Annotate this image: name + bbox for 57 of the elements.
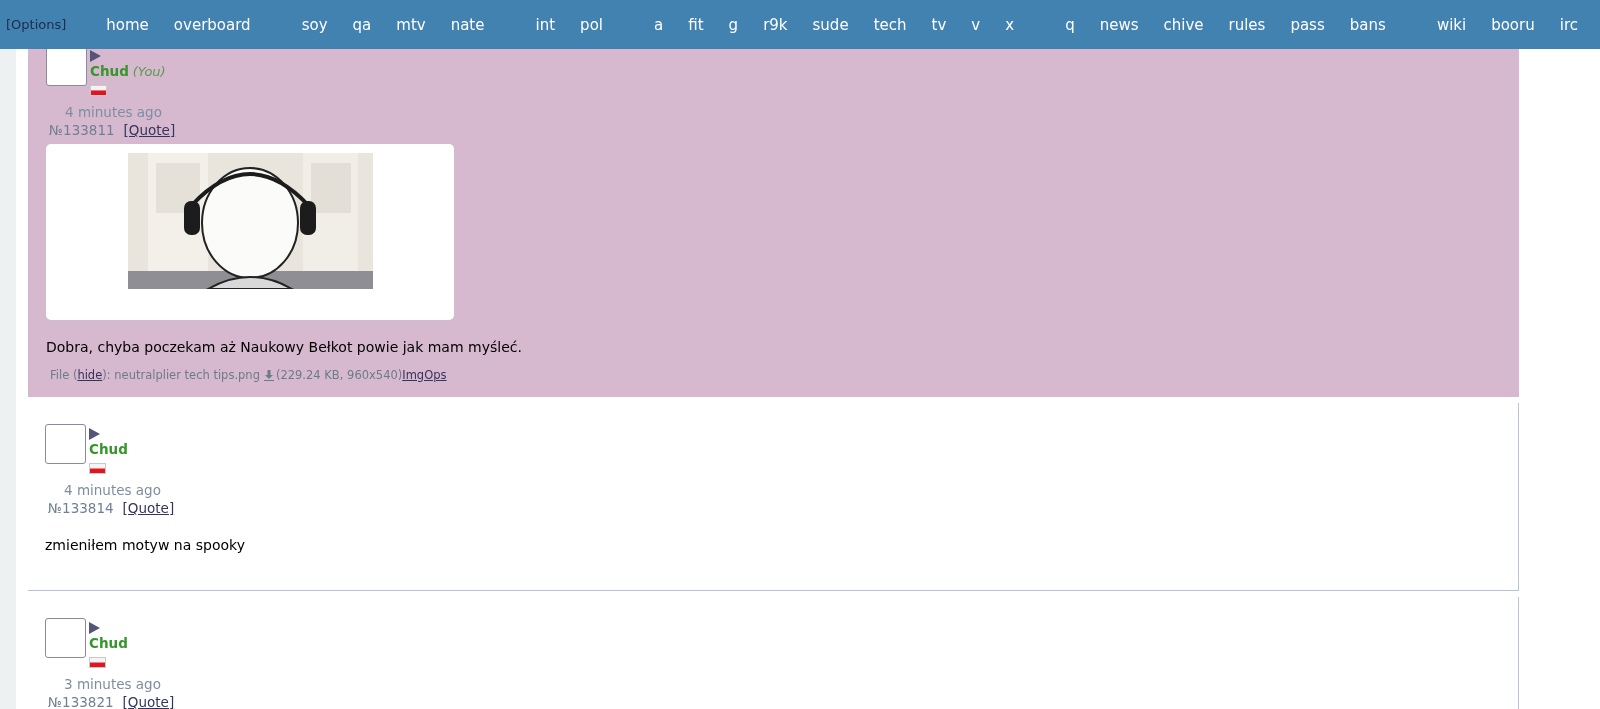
board-link[interactable]: sude — [812, 15, 849, 34]
expand-arrow-icon[interactable] — [89, 428, 100, 440]
image-thumbnail[interactable] — [46, 144, 454, 320]
you-label: (You) — [132, 64, 166, 79]
board-link[interactable]: booru — [1491, 15, 1535, 34]
post-time: 3 minutes ago — [64, 675, 161, 693]
expand-arrow-icon[interactable] — [89, 622, 100, 634]
board-link[interactable]: v — [971, 15, 981, 34]
board-link[interactable]: pass — [1290, 15, 1325, 34]
quote-link[interactable]: [Quote] — [122, 499, 175, 518]
board-link[interactable]: news — [1099, 15, 1139, 34]
board-link[interactable]: nate — [450, 15, 485, 34]
flag-icon — [89, 657, 106, 668]
board-link[interactable]: rules — [1228, 15, 1266, 34]
post-time: 4 minutes ago — [65, 103, 162, 121]
avatar-placeholder — [46, 46, 87, 86]
post-comment: zmieniłem motyw na spooky — [45, 536, 246, 554]
board-link[interactable]: x — [1005, 15, 1015, 34]
board-link[interactable]: chive — [1163, 15, 1204, 34]
post-comment: Dobra, chyba poczekam aż Naukowy Bełkot powie jak mam myśleć. — [46, 338, 523, 356]
board-link[interactable]: tv — [931, 15, 947, 34]
post-number[interactable]: №133821 — [48, 693, 114, 709]
post-time: 4 minutes ago — [64, 481, 161, 499]
board-link[interactable]: bans — [1349, 15, 1386, 34]
board-link[interactable]: wiki — [1436, 15, 1467, 34]
board-link[interactable]: pol — [580, 15, 603, 34]
quote-link[interactable]: [Quote] — [123, 121, 176, 140]
poster-name: Chud — [89, 440, 128, 458]
post-number[interactable]: №133814 — [48, 499, 114, 518]
quote-link[interactable]: [Quote] — [122, 693, 175, 709]
board-link[interactable]: r9k — [763, 15, 788, 34]
board-link[interactable]: irc — [1559, 15, 1578, 34]
poster-name: Chud — [90, 62, 129, 80]
imgops-link[interactable]: ImgOps — [402, 368, 447, 382]
board-link[interactable]: g — [728, 15, 739, 34]
board-link[interactable]: qa — [352, 15, 372, 34]
poster-name: Chud — [89, 634, 128, 652]
board-link[interactable]: soy — [301, 15, 328, 34]
file-name: ): neutralplier tech tips.png — [102, 368, 260, 382]
board-link[interactable]: int — [535, 15, 556, 34]
board-link[interactable]: fit — [688, 15, 704, 34]
board-link[interactable]: tech — [873, 15, 907, 34]
hide-link[interactable]: hide — [77, 368, 103, 382]
flag-icon — [89, 463, 106, 474]
avatar-placeholder — [45, 424, 86, 464]
board-link[interactable]: home — [106, 15, 149, 34]
flag-icon — [90, 85, 107, 96]
board-link[interactable]: overboard — [173, 15, 251, 34]
board-link[interactable]: mtv — [396, 15, 426, 34]
options-link[interactable]: [Options] — [6, 17, 67, 32]
expand-arrow-icon[interactable] — [90, 50, 101, 62]
file-meta: (229.24 KB, 960x540) — [275, 368, 403, 382]
post-number[interactable]: №133811 — [49, 121, 115, 140]
board-link[interactable]: a — [654, 15, 664, 34]
board-link[interactable]: q — [1065, 15, 1075, 34]
avatar-placeholder — [45, 618, 86, 658]
file-label: File ( — [50, 368, 78, 382]
